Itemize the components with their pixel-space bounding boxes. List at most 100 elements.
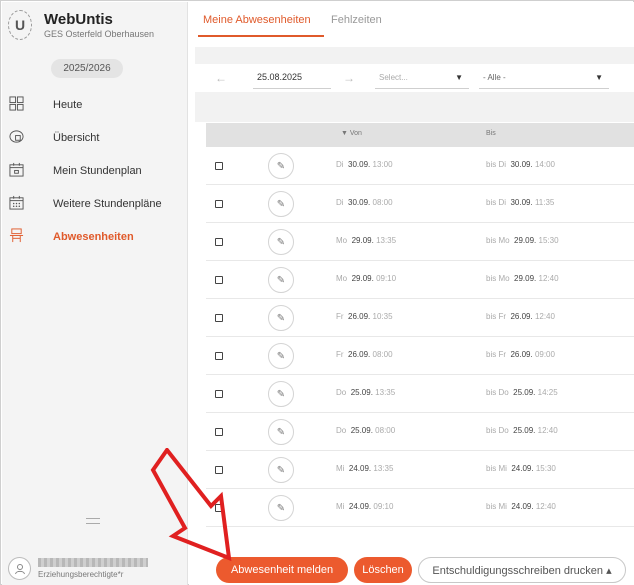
sidebar-item-abwesenheiten[interactable]: Abwesenheiten bbox=[2, 222, 188, 255]
delete-button[interactable]: Löschen bbox=[354, 557, 412, 583]
main-content: Meine Abwesenheiten Fehlzeiten ← 25.08.2… bbox=[189, 2, 634, 585]
school-name: GES Osterfeld Oberhausen bbox=[44, 29, 155, 39]
edit-icon[interactable]: ✎ bbox=[268, 457, 294, 483]
row-checkbox[interactable] bbox=[215, 162, 223, 170]
tab-bar: Meine Abwesenheiten Fehlzeiten bbox=[189, 2, 634, 38]
column-header-to[interactable]: Bis bbox=[486, 130, 496, 137]
action-bar: Abwesenheit melden Löschen Entschuldigun… bbox=[206, 554, 634, 585]
tab-fehlzeiten[interactable]: Fehlzeiten bbox=[331, 14, 382, 26]
edit-icon[interactable]: ✎ bbox=[268, 343, 294, 369]
absence-table: ✎ Di 30.09. 13:00 bis Di 30.09. 14:00 ✎ Di 3… bbox=[206, 147, 634, 527]
sidebar-item-label: Abwesenheiten bbox=[53, 231, 134, 243]
edit-icon[interactable]: ✎ bbox=[268, 419, 294, 445]
absence-icon bbox=[9, 228, 24, 243]
from-cell: Fr 26.09. 08:00 bbox=[336, 350, 393, 359]
sidebar-item-label: Übersicht bbox=[53, 132, 100, 144]
app-frame: U WebUntis GES Osterfeld Oberhausen 2025… bbox=[0, 0, 634, 585]
from-cell: Di 30.09. 13:00 bbox=[336, 160, 393, 169]
table-row[interactable]: ✎ Do 25.09. 08:00 bis Do 25.09. 12:40 bbox=[206, 413, 634, 451]
caret-down-icon: ▼ bbox=[595, 73, 603, 82]
active-tab-indicator bbox=[198, 35, 324, 37]
table-header: ▼ Von Bis bbox=[206, 123, 634, 147]
sidebar-item-weitere-stundenplaene[interactable]: Weitere Stundenpläne bbox=[2, 189, 188, 222]
row-checkbox[interactable] bbox=[215, 200, 223, 208]
brand[interactable]: U WebUntis GES Osterfeld Oberhausen bbox=[8, 10, 154, 40]
to-cell: bis Mo 29.09. 15:30 bbox=[486, 236, 559, 245]
from-cell: Di 30.09. 08:00 bbox=[336, 198, 393, 207]
row-checkbox[interactable] bbox=[215, 276, 223, 284]
to-cell: bis Do 25.09. 14:25 bbox=[486, 388, 558, 397]
collapse-sidebar-icon[interactable] bbox=[86, 518, 100, 524]
row-checkbox[interactable] bbox=[215, 428, 223, 436]
arrow-left-icon[interactable]: ← bbox=[215, 71, 227, 85]
date-input[interactable]: 25.08.2025 bbox=[257, 72, 302, 82]
from-cell: Fr 26.09. 10:35 bbox=[336, 312, 393, 321]
row-checkbox[interactable] bbox=[215, 238, 223, 246]
avatar bbox=[8, 557, 31, 580]
edit-icon[interactable]: ✎ bbox=[268, 229, 294, 255]
row-checkbox[interactable] bbox=[215, 352, 223, 360]
to-cell: bis Di 30.09. 11:35 bbox=[486, 198, 555, 207]
webuntis-logo: U bbox=[8, 10, 32, 40]
table-row[interactable]: ✎ Fr 26.09. 08:00 bis Fr 26.09. 09:00 bbox=[206, 337, 634, 375]
arrow-right-icon[interactable]: → bbox=[343, 71, 355, 85]
caret-down-icon: ▼ bbox=[455, 73, 463, 82]
sidebar-item-label: Heute bbox=[53, 99, 83, 111]
school-year-selector[interactable]: 2025/2026 bbox=[51, 59, 123, 78]
to-cell: bis Mi 24.09. 12:40 bbox=[486, 502, 556, 511]
from-cell: Mo 29.09. 09:10 bbox=[336, 274, 397, 283]
edit-icon[interactable]: ✎ bbox=[268, 381, 294, 407]
sidebar-item-heute[interactable]: Heute bbox=[2, 90, 188, 123]
user-name-redacted bbox=[38, 558, 148, 567]
to-cell: bis Do 25.09. 12:40 bbox=[486, 426, 558, 435]
sidebar-nav: Heute Übersicht Mein Stundenplan Weitere… bbox=[2, 90, 188, 255]
from-cell: Mi 24.09. 09:10 bbox=[336, 502, 394, 511]
edit-icon[interactable]: ✎ bbox=[268, 191, 294, 217]
tab-meine-abwesenheiten[interactable]: Meine Abwesenheiten bbox=[203, 14, 311, 26]
from-cell: Do 25.09. 08:00 bbox=[336, 426, 396, 435]
to-cell: bis Di 30.09. 14:00 bbox=[486, 160, 555, 169]
table-row[interactable]: ✎ Mi 24.09. 13:35 bis Mi 24.09. 15:30 bbox=[206, 451, 634, 489]
sidebar-item-label: Mein Stundenplan bbox=[53, 165, 142, 177]
print-excuse-button[interactable]: Entschuldigungsschreiben drucken ▴ bbox=[418, 557, 626, 583]
edit-icon[interactable]: ✎ bbox=[268, 153, 294, 179]
table-row[interactable]: ✎ Do 25.09. 13:35 bis Do 25.09. 14:25 bbox=[206, 375, 634, 413]
edit-icon[interactable]: ✎ bbox=[268, 267, 294, 293]
select-value: - Alle - bbox=[483, 73, 506, 82]
grid-icon bbox=[9, 96, 24, 111]
calendar-grid-icon bbox=[9, 195, 24, 210]
row-checkbox[interactable] bbox=[215, 314, 223, 322]
calendar-icon bbox=[9, 162, 24, 177]
overview-icon bbox=[9, 130, 24, 143]
table-row[interactable]: ✎ Mo 29.09. 09:10 bis Mo 29.09. 12:40 bbox=[206, 261, 634, 299]
to-cell: bis Mo 29.09. 12:40 bbox=[486, 274, 559, 283]
sidebar-item-mein-stundenplan[interactable]: Mein Stundenplan bbox=[2, 156, 188, 189]
table-row[interactable]: ✎ Di 30.09. 08:00 bis Di 30.09. 11:35 bbox=[206, 185, 634, 223]
column-header-from[interactable]: ▼ Von bbox=[341, 130, 362, 137]
select-filter-1[interactable]: Select... ▼ bbox=[375, 67, 469, 89]
to-cell: bis Mi 24.09. 15:30 bbox=[486, 464, 556, 473]
user-role: Erziehungsberechtigte*r bbox=[38, 570, 124, 579]
filter-panel: ← 25.08.2025 → Select... ▼ - Alle - ▼ bbox=[195, 47, 634, 122]
app-name: WebUntis bbox=[44, 11, 113, 28]
from-cell: Mi 24.09. 13:35 bbox=[336, 464, 394, 473]
table-row[interactable]: ✎ Fr 26.09. 10:35 bis Fr 26.09. 12:40 bbox=[206, 299, 634, 337]
to-cell: bis Fr 26.09. 12:40 bbox=[486, 312, 555, 321]
from-cell: Mo 29.09. 13:35 bbox=[336, 236, 397, 245]
sidebar-item-label: Weitere Stundenpläne bbox=[53, 198, 162, 210]
edit-icon[interactable]: ✎ bbox=[268, 495, 294, 521]
select-value: Select... bbox=[379, 73, 408, 82]
from-cell: Do 25.09. 13:35 bbox=[336, 388, 396, 397]
annotation-arrow-icon bbox=[150, 448, 232, 562]
to-cell: bis Fr 26.09. 09:00 bbox=[486, 350, 555, 359]
caret-up-icon: ▴ bbox=[606, 565, 612, 577]
edit-icon[interactable]: ✎ bbox=[268, 305, 294, 331]
select-filter-2[interactable]: - Alle - ▼ bbox=[479, 67, 609, 89]
filter-row: ← 25.08.2025 → Select... ▼ - Alle - ▼ bbox=[195, 64, 634, 92]
sidebar-item-uebersicht[interactable]: Übersicht bbox=[2, 123, 188, 156]
table-row[interactable]: ✎ Mi 24.09. 09:10 bis Mi 24.09. 12:40 bbox=[206, 489, 634, 527]
row-checkbox[interactable] bbox=[215, 390, 223, 398]
table-row[interactable]: ✎ Mo 29.09. 13:35 bis Mo 29.09. 15:30 bbox=[206, 223, 634, 261]
table-row[interactable]: ✎ Di 30.09. 13:00 bis Di 30.09. 14:00 bbox=[206, 147, 634, 185]
user-icon bbox=[14, 563, 25, 574]
